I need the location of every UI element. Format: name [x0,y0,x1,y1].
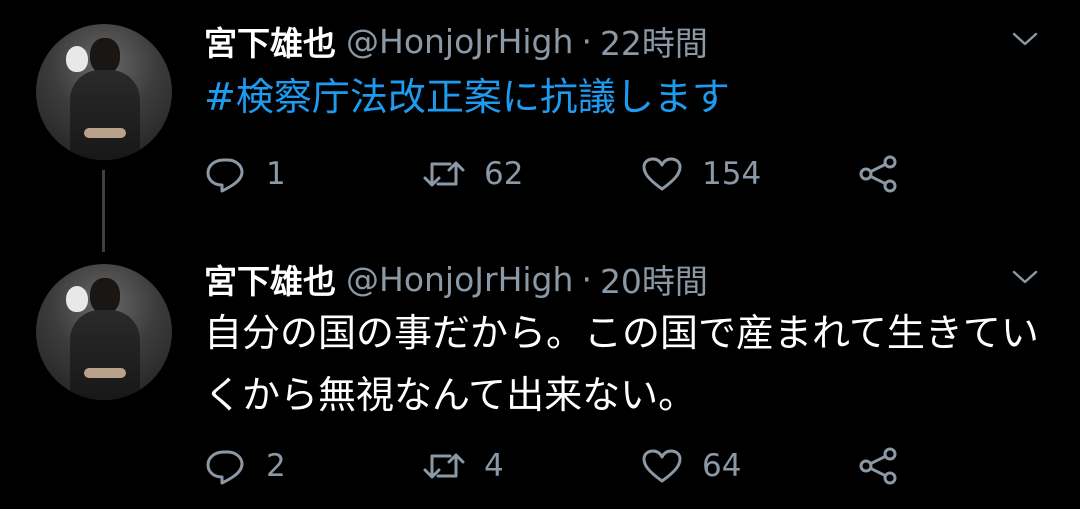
person-body [70,70,140,160]
share-button[interactable] [856,446,900,486]
reply-count: 1 [266,156,286,192]
avatar[interactable] [36,264,172,400]
retweet-button[interactable]: 62 [422,154,523,194]
owl-figure [66,286,88,312]
like-count: 64 [702,448,742,484]
heart-icon [642,449,682,483]
owl-figure [66,46,88,72]
share-icon [859,447,897,485]
avatar[interactable] [36,24,172,160]
reply-icon [206,158,244,193]
share-icon [859,155,897,193]
tweet-text: #検察庁法改正案に抗議します [204,66,1040,128]
retweet-icon [423,453,465,479]
person-head [90,38,120,74]
person-body [70,310,140,400]
share-button[interactable] [856,154,900,194]
like-button[interactable]: 64 [640,446,741,486]
like-button[interactable]: 154 [640,154,761,194]
heart-icon [642,157,682,191]
hashtag-link[interactable]: #検察庁法改正案に抗議します [204,75,730,119]
reply-button[interactable]: 2 [204,446,286,486]
reply-button[interactable]: 1 [204,154,286,194]
retweet-icon [423,161,465,187]
retweet-count: 62 [484,156,524,192]
user-handle[interactable]: @HonjoJrHigh [346,22,573,61]
tweet-header: 宮下雄也 @HonjoJrHigh · 22時間 [204,18,708,64]
separator-dot: · [581,21,592,61]
chevron-down-icon[interactable] [1010,24,1040,54]
person-hands [84,368,126,378]
tweet-item[interactable]: 宮下雄也 @HonjoJrHigh · 22時間 #検察庁法改正案に抗議します [0,0,1080,240]
reply-icon [206,450,244,485]
retweet-count: 4 [484,448,504,484]
display-name[interactable]: 宮下雄也 [204,17,336,65]
tweet-actions: 1 62 154 [204,154,924,194]
reply-count: 2 [266,448,286,484]
retweet-button[interactable]: 4 [422,446,504,486]
person-hands [84,128,126,138]
tweet-actions: 2 4 64 [204,446,924,486]
like-count: 154 [702,156,762,192]
timestamp[interactable]: 22時間 [600,17,708,65]
person-head [90,278,120,314]
